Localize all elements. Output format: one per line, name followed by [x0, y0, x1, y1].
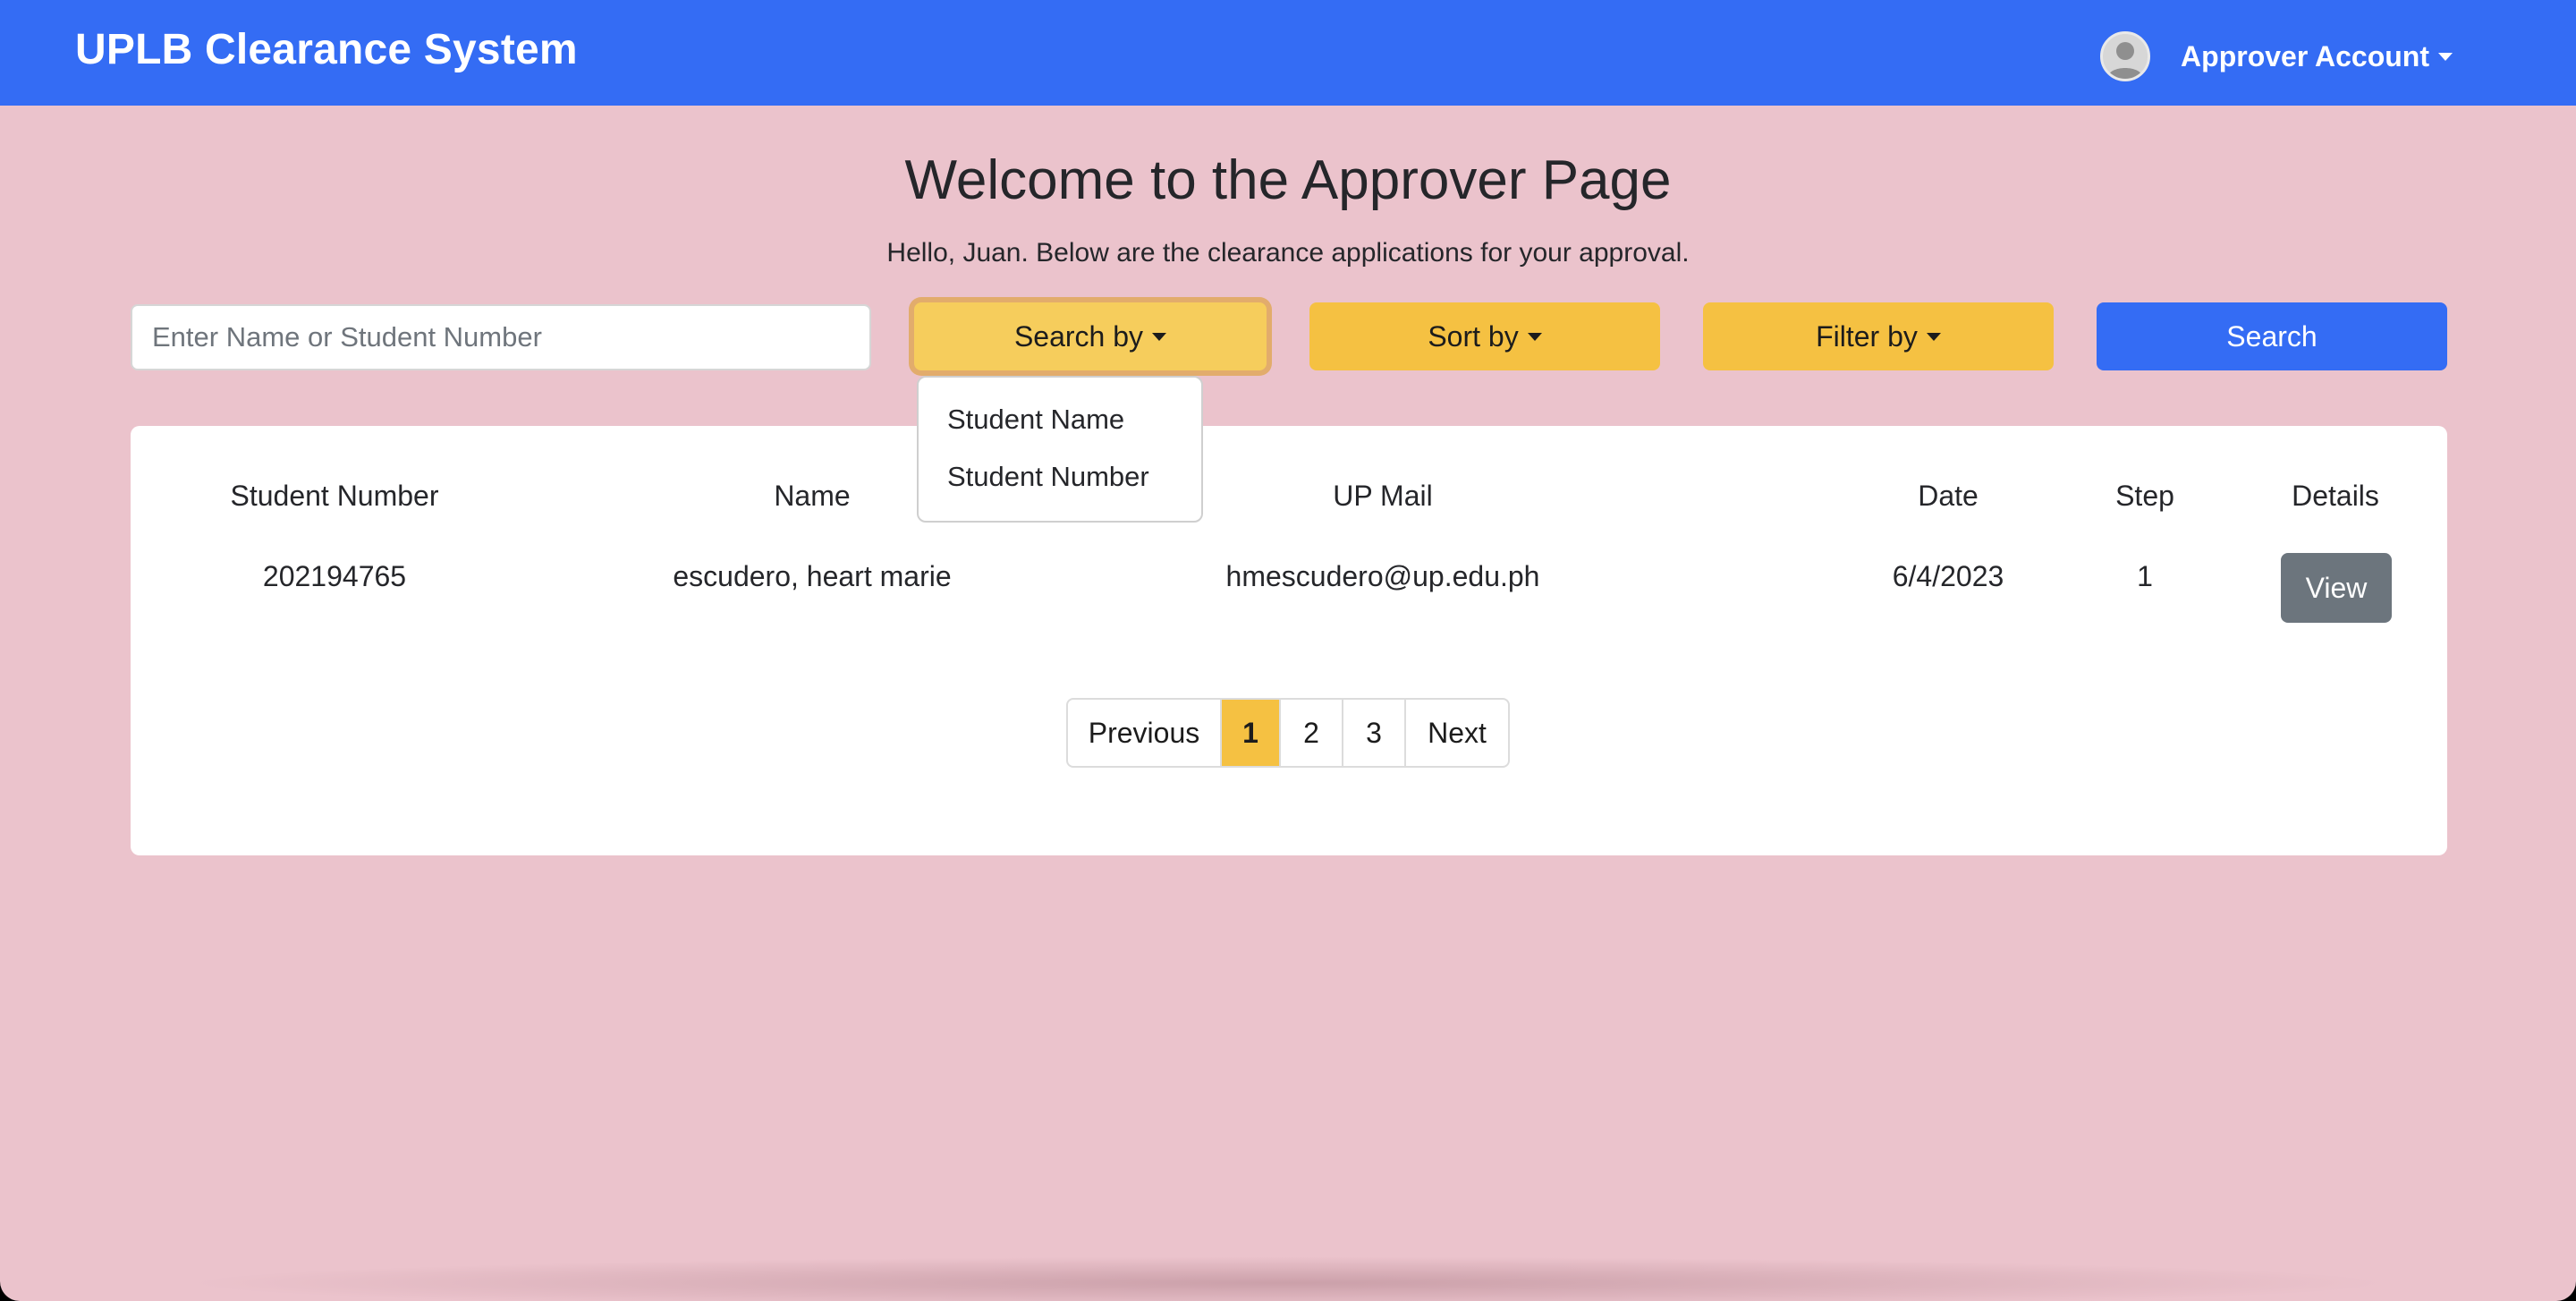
- column-header-date: Date: [1918, 480, 1979, 512]
- search-by-dropdown-menu: Student Name Student Number: [917, 376, 1203, 523]
- dropdown-item-student-name[interactable]: Student Name: [919, 399, 1201, 456]
- search-input[interactable]: [131, 304, 871, 370]
- brand-title[interactable]: UPLB Clearance System: [75, 20, 578, 81]
- cell-date: 6/4/2023: [1892, 560, 2004, 592]
- pagination-previous[interactable]: Previous: [1068, 700, 1222, 766]
- account-menu-toggle[interactable]: Approver Account: [2100, 27, 2453, 86]
- top-navbar: UPLB Clearance System Approver Account: [0, 0, 2576, 106]
- pagination-page-1[interactable]: 1: [1222, 700, 1281, 766]
- chevron-down-icon: [1152, 332, 1167, 341]
- chevron-down-icon: [1926, 332, 1941, 341]
- account-label: Approver Account: [2181, 39, 2429, 72]
- view-details-button[interactable]: View: [2281, 553, 2392, 623]
- filter-by-dropdown-button[interactable]: Filter by: [1703, 302, 2054, 370]
- pagination-page-2[interactable]: 2: [1281, 700, 1343, 766]
- column-header-details: Details: [2292, 480, 2379, 512]
- chevron-down-icon: [1527, 332, 1542, 341]
- page-title: Welcome to the Approver Page: [904, 149, 1672, 211]
- search-by-label: Search by: [1013, 319, 1144, 353]
- pagination: Previous 1 2 3 Next: [1066, 698, 1510, 768]
- column-header-step: Step: [2115, 480, 2174, 512]
- filter-by-label: Filter by: [1816, 319, 1918, 353]
- cell-student-number: 202194765: [262, 560, 407, 592]
- sort-by-label: Sort by: [1428, 319, 1519, 353]
- dropdown-item-student-number[interactable]: Student Number: [919, 456, 1201, 514]
- column-header-name: Name: [774, 480, 851, 512]
- app-window: UPLB Clearance System Approver Account W…: [0, 0, 2576, 1301]
- column-header-student-number: Student Number: [230, 480, 439, 512]
- window-bottom-shadow: [179, 1256, 2397, 1301]
- search-by-dropdown-button[interactable]: Search by: [914, 302, 1267, 370]
- search-button[interactable]: Search: [2097, 302, 2447, 370]
- chevron-down-icon: [2438, 52, 2453, 61]
- avatar-icon: [2100, 31, 2151, 81]
- column-header-up-mail: UP Mail: [1333, 480, 1433, 512]
- sort-by-dropdown-button[interactable]: Sort by: [1309, 302, 1660, 370]
- pagination-next[interactable]: Next: [1406, 700, 1508, 766]
- cell-name: escudero, heart marie: [673, 560, 952, 592]
- cell-up-mail: hmescudero@up.edu.ph: [1225, 560, 1540, 592]
- applications-table-card: Student Number Name UP Mail Date Step De…: [131, 426, 2447, 855]
- pagination-page-3[interactable]: 3: [1343, 700, 1406, 766]
- page-subtitle: Hello, Juan. Below are the clearance app…: [886, 238, 1690, 268]
- cell-step: 1: [2137, 560, 2153, 592]
